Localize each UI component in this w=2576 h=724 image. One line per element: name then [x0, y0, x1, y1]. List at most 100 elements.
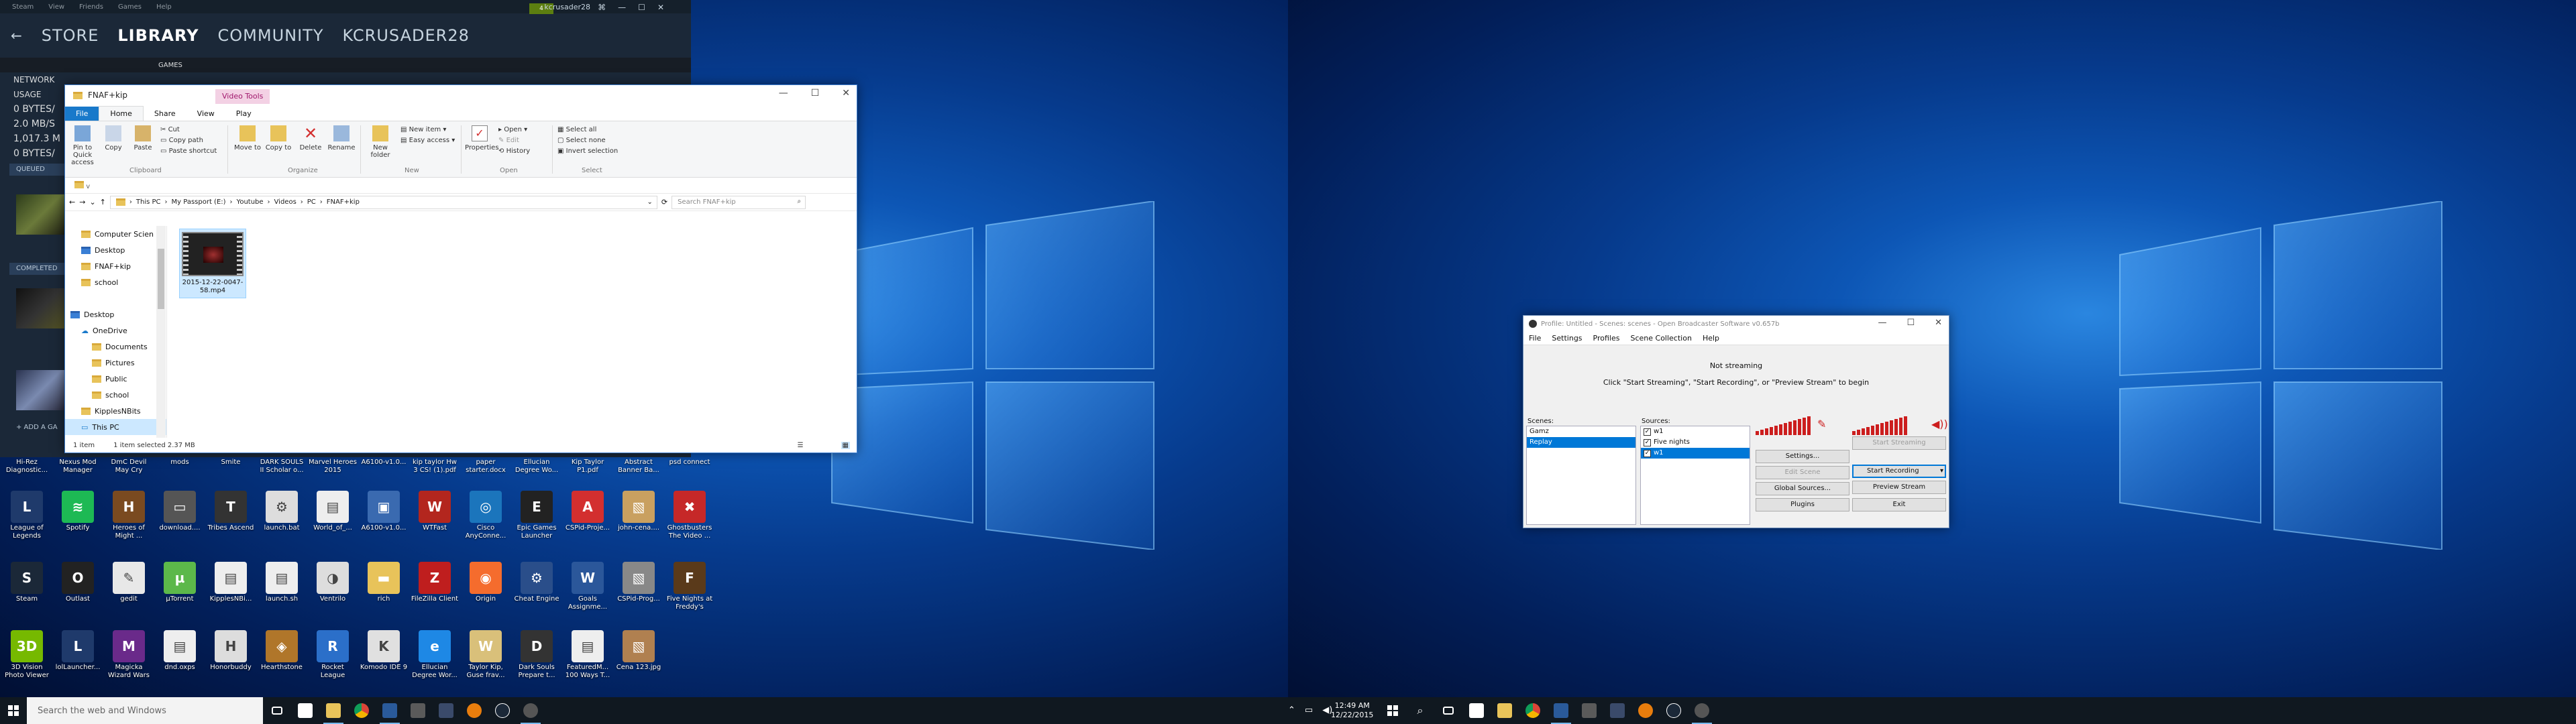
desktop-icon[interactable]: ▤ dnd.oxps [156, 630, 204, 672]
subnav-games[interactable]: GAMES [158, 62, 182, 69]
sources-list[interactable]: ✓ w1 ✓ Five nights ✓ w1 [1640, 426, 1750, 525]
breadcrumb-this-pc[interactable]: This PC [136, 198, 161, 206]
desktop-icon[interactable]: E Epic Games Launcher [513, 491, 561, 540]
steam-username[interactable]: kcrusader28 [544, 3, 590, 11]
desktop-icon[interactable]: L League of Legends [3, 491, 51, 540]
desktop-icon[interactable]: ▤ KipplesNBi... [207, 562, 255, 603]
video-tools-tab[interactable]: Video Tools [215, 89, 270, 104]
taskbar-steam[interactable] [1660, 697, 1688, 724]
back-arrow-icon[interactable]: ← [11, 27, 23, 44]
desktop-icon[interactable]: e Ellucian Degree Wor... [411, 630, 459, 680]
minimize-button[interactable]: — [1878, 318, 1886, 328]
file-item-video[interactable]: 2015-12-22-0047-58.mp4 [179, 229, 246, 298]
speaker-icon[interactable]: ◀)) [1931, 418, 1948, 430]
maximize-button[interactable]: ☐ [638, 3, 645, 12]
navigation-pane[interactable]: Computer Scien Desktop FNAF+kip school Deskt… [65, 226, 167, 438]
desktop-icon[interactable]: Z FileZilla Client [411, 562, 459, 603]
desktop-icon-label[interactable]: kip taylor Hw 3 CS! (1).pdf [411, 459, 459, 475]
taskbar-chrome[interactable] [347, 697, 376, 724]
nav-item[interactable]: Desktop [65, 242, 166, 258]
nav-item[interactable]: ▭ This PC [65, 419, 166, 435]
nav-store[interactable]: STORE [42, 26, 99, 45]
close-button[interactable]: ✕ [1935, 318, 1942, 328]
desktop-icon-label[interactable]: Nexus Mod Manager [54, 459, 102, 475]
taskbar-app[interactable] [432, 697, 460, 724]
desktop-volume-meter[interactable] [1852, 416, 1907, 435]
mic-volume-meter[interactable] [1756, 416, 1811, 435]
desktop-icon[interactable]: 3D 3D Vision Photo Viewer [3, 630, 51, 680]
desktop-icon-label[interactable]: Smite [207, 459, 255, 467]
desktop-icon-label[interactable]: DARK SOULS II Scholar o... [258, 459, 306, 475]
scrollbar-thumb[interactable] [158, 249, 164, 309]
desktop-icon[interactable]: µ µTorrent [156, 562, 204, 603]
nav-item[interactable]: school [65, 274, 166, 290]
recent-locations-icon[interactable]: ⌄ [89, 198, 95, 206]
address-bar[interactable]: › This PC › My Passport (E:) › Youtube › Vi… [109, 195, 657, 209]
new-folder-button[interactable]: New folder [366, 121, 395, 159]
task-view-button[interactable] [263, 697, 291, 724]
paste-button[interactable]: Paste [128, 121, 158, 152]
cut-button[interactable]: ✂ Cut [160, 125, 180, 135]
taskbar-store[interactable] [291, 697, 319, 724]
desktop-icon[interactable]: ◑ Ventrilo [309, 562, 357, 603]
desktop-icon[interactable]: H Honorbuddy [207, 630, 255, 672]
pin-quick-access-button[interactable]: Pin to Quick access [68, 121, 97, 166]
taskbar-obs[interactable] [517, 697, 545, 724]
scene-item[interactable]: Replay [1527, 437, 1635, 448]
chevron-down-icon[interactable]: ⌄ [647, 198, 656, 206]
desktop-icon[interactable]: ✎ gedit [105, 562, 153, 603]
desktop-icon[interactable]: ◈ Hearthstone [258, 630, 306, 672]
scenes-list[interactable]: Gamz Replay [1526, 426, 1636, 525]
nav-item[interactable]: school [65, 387, 166, 403]
task-view-button[interactable] [1434, 697, 1462, 724]
desktop-icon[interactable]: ▧ Cena 123.jpg [614, 630, 663, 672]
taskbar-app[interactable] [1603, 697, 1631, 724]
new-item-button[interactable]: ▤ New item ▾ [400, 125, 446, 135]
tab-share[interactable]: Share [144, 107, 186, 121]
nav-library[interactable]: LIBRARY [117, 26, 199, 45]
tab-play[interactable]: Play [225, 107, 262, 121]
breadcrumb-pc[interactable]: PC [307, 198, 316, 206]
file-explorer-window[interactable]: FNAF+kip Video Tools — ☐ ✕ File Home Sha… [64, 84, 857, 453]
taskbar-store[interactable] [1462, 697, 1491, 724]
desktop-icon[interactable]: ▬ rich [360, 562, 408, 603]
taskbar-app[interactable] [404, 697, 432, 724]
back-arrow-icon[interactable]: ← [69, 198, 75, 206]
plugins-button[interactable]: Plugins [1756, 498, 1849, 511]
desktop-icon[interactable]: ◉ Origin [462, 562, 510, 603]
up-arrow-icon[interactable]: ↑ [100, 198, 106, 206]
nav-item[interactable]: Documents [65, 339, 166, 355]
taskbar-obs[interactable] [1688, 697, 1716, 724]
desktop-icon[interactable]: F Five Nights at Freddy's [665, 562, 714, 611]
nav-item[interactable]: Pictures [65, 355, 166, 371]
start-recording-button[interactable]: Start Recording ▾ [1852, 465, 1946, 478]
select-all-button[interactable]: ▦ Select all [557, 125, 596, 135]
desktop-icon[interactable]: W WTFast [411, 491, 459, 532]
desktop-icon[interactable]: ≋ Spotify [54, 491, 102, 532]
source-visibility-checkbox[interactable]: ✓ [1644, 428, 1651, 436]
minimize-button[interactable]: — [779, 88, 788, 99]
breadcrumb-drive[interactable]: My Passport (E:) [172, 198, 226, 206]
steam-menu-friends[interactable]: Friends [79, 3, 103, 11]
copy-path-button[interactable]: ▭ Copy path [160, 136, 203, 145]
desktop-icon-label[interactable]: DmC Devil May Cry [105, 459, 153, 475]
paste-shortcut-button[interactable]: ▭ Paste shortcut [160, 147, 217, 156]
copy-button[interactable]: Copy [99, 121, 128, 152]
open-button[interactable]: ▸ Open ▾ [498, 125, 527, 135]
breadcrumb-youtube[interactable]: Youtube [237, 198, 264, 206]
tab-file[interactable]: File [65, 107, 99, 121]
steam-menu-steam[interactable]: Steam [12, 3, 34, 11]
desktop-icon-label[interactable]: Kip Taylor P1.pdf [564, 459, 612, 475]
desktop-icon[interactable]: ⚙ launch.bat [258, 491, 306, 532]
desktop-icon[interactable]: ▤ FeaturedM... 100 Ways T... [564, 630, 612, 680]
source-visibility-checkbox[interactable]: ✓ [1644, 438, 1651, 446]
desktop-icon[interactable]: W Taylor Kip, Guse frav... [462, 630, 510, 680]
details-view-icon[interactable]: ☰ [798, 442, 804, 449]
steam-menu-view[interactable]: View [48, 3, 64, 11]
taskbar-search-input[interactable]: Search the web and Windows [27, 697, 263, 724]
desktop-icon[interactable]: ▤ launch.sh [258, 562, 306, 603]
select-none-button[interactable]: ▢ Select none [557, 136, 606, 145]
desktop-icon-label[interactable]: Hi-Rez Diagnostic... [3, 459, 51, 475]
nav-item[interactable]: Computer Scien [65, 226, 166, 242]
invert-selection-button[interactable]: ▣ Invert selection [557, 147, 618, 156]
